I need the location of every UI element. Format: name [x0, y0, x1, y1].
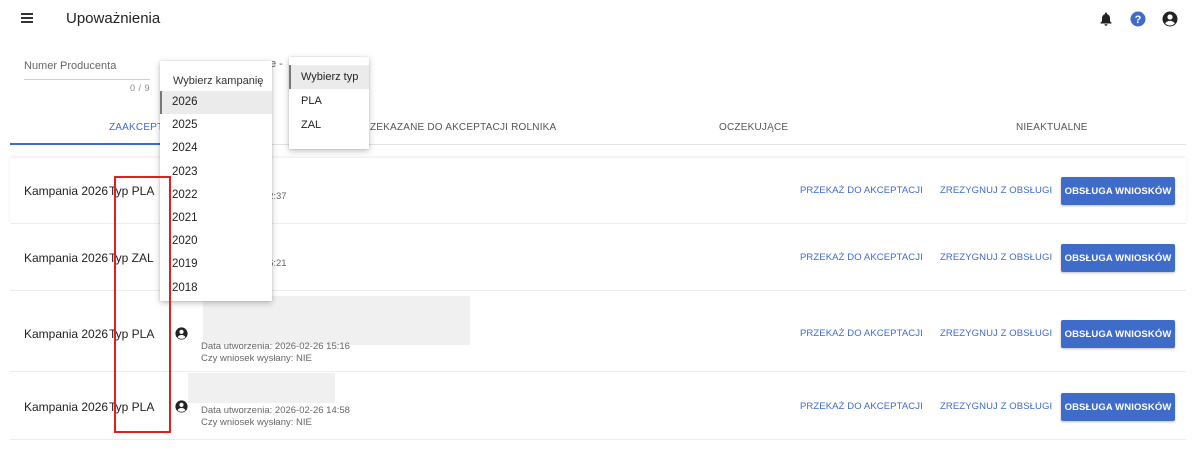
campaign-label: Kampania 2026: [24, 400, 109, 414]
type-dropdown: Wybierz typ PLA ZAL: [289, 57, 369, 149]
menu-icon[interactable]: [21, 13, 33, 23]
producer-number-counter: 0 / 9: [129, 83, 150, 93]
type-label: Typ PLA: [109, 327, 155, 341]
campaign-label: Kampania 2026: [24, 251, 109, 265]
campaign-option[interactable]: 2023: [160, 161, 272, 184]
campaign-option[interactable]: 2025: [160, 114, 272, 137]
person-icon: [175, 327, 188, 340]
producer-number-underline: [24, 79, 150, 80]
help-icon[interactable]: ?: [1129, 10, 1147, 28]
campaign-option[interactable]: 2022: [160, 184, 272, 207]
campaign-option[interactable]: 2018: [160, 277, 272, 300]
campaign-dropdown: Wybierz kampanię 2026 2025 2024 2023 202…: [160, 61, 272, 301]
sent-status: Czy wniosek wysłany: NIE: [201, 353, 312, 364]
tab-outdated[interactable]: NIEAKTUALNE: [1016, 122, 1088, 133]
campaign-option[interactable]: 2020: [160, 230, 272, 253]
handle-requests-button[interactable]: OBSŁUGA WNIOSKÓW: [1061, 320, 1175, 348]
type-option[interactable]: ZAL: [289, 113, 369, 137]
request-info: Data utworzenia: 2026-02-26 15:16 Czy wn…: [201, 341, 350, 365]
resign-link[interactable]: ZREZYGNUJ Z OBSŁUGI: [940, 328, 1052, 339]
sent-status: Czy wniosek wysłany: NIE: [201, 417, 312, 428]
account-icon[interactable]: [1161, 10, 1179, 28]
forward-to-acceptance-link[interactable]: PRZEKAŻ DO AKCEPTACJI: [800, 401, 923, 412]
campaign-label: Kampania 2026: [24, 327, 109, 341]
forward-to-acceptance-link[interactable]: PRZEKAŻ DO AKCEPTACJI: [800, 328, 923, 339]
creation-date: Data utworzenia: 2026-02-26 15:16: [201, 341, 350, 352]
type-option[interactable]: Wybierz typ: [289, 65, 369, 89]
campaign-label: Kampania 2026: [24, 184, 109, 198]
type-label: Typ PLA: [109, 184, 155, 198]
list-item: Kampania 2026 Typ PLA Data utworzenia: 2…: [10, 372, 1186, 440]
campaign-option[interactable]: 2021: [160, 207, 272, 230]
svg-text:?: ?: [1135, 14, 1142, 26]
app-bar: Upoważnienia ?: [0, 0, 1194, 40]
handle-requests-button[interactable]: OBSŁUGA WNIOSKÓW: [1061, 393, 1175, 421]
type-option[interactable]: PLA: [289, 89, 369, 113]
producer-number-label: Numer Producenta: [24, 60, 117, 72]
tab-pending[interactable]: OCZEKUJĄCE: [719, 122, 788, 133]
creation-date: Data utworzenia: 2026-02-26 14:58: [201, 405, 350, 416]
tab-forwarded[interactable]: ZEKAZANE DO AKCEPTACJI ROLNIKA: [370, 122, 556, 133]
handle-requests-button[interactable]: OBSŁUGA WNIOSKÓW: [1061, 177, 1175, 205]
redacted-name-block: [188, 373, 335, 403]
list-item: Kampania 2026 Typ PLA Data utworzenia: 2…: [10, 291, 1186, 372]
forward-to-acceptance-link[interactable]: PRZEKAŻ DO AKCEPTACJI: [800, 252, 923, 263]
resign-link[interactable]: ZREZYGNUJ Z OBSŁUGI: [940, 252, 1052, 263]
resign-link[interactable]: ZREZYGNUJ Z OBSŁUGI: [940, 185, 1052, 196]
handle-requests-button[interactable]: OBSŁUGA WNIOSKÓW: [1061, 244, 1175, 272]
campaign-dropdown-header: Wybierz kampanię: [173, 75, 264, 87]
top-icons: ?: [1097, 10, 1179, 28]
resign-link[interactable]: ZREZYGNUJ Z OBSŁUGI: [940, 401, 1052, 412]
producer-number-field[interactable]: Numer Producenta 0 / 9: [24, 60, 150, 93]
campaign-option[interactable]: 2026: [160, 91, 272, 115]
request-info: Data utworzenia: 2026-02-26 14:58 Czy wn…: [201, 405, 350, 429]
bell-icon[interactable]: [1097, 10, 1115, 28]
forward-to-acceptance-link[interactable]: PRZEKAŻ DO AKCEPTACJI: [800, 185, 923, 196]
redacted-name-block: [203, 296, 470, 345]
campaign-option[interactable]: 2019: [160, 253, 272, 276]
type-label: Typ PLA: [109, 400, 155, 414]
person-icon: [175, 400, 188, 413]
campaign-option[interactable]: 2024: [160, 137, 272, 160]
type-label: Typ ZAL: [109, 251, 154, 265]
page-title: Upoważnienia: [66, 10, 161, 27]
